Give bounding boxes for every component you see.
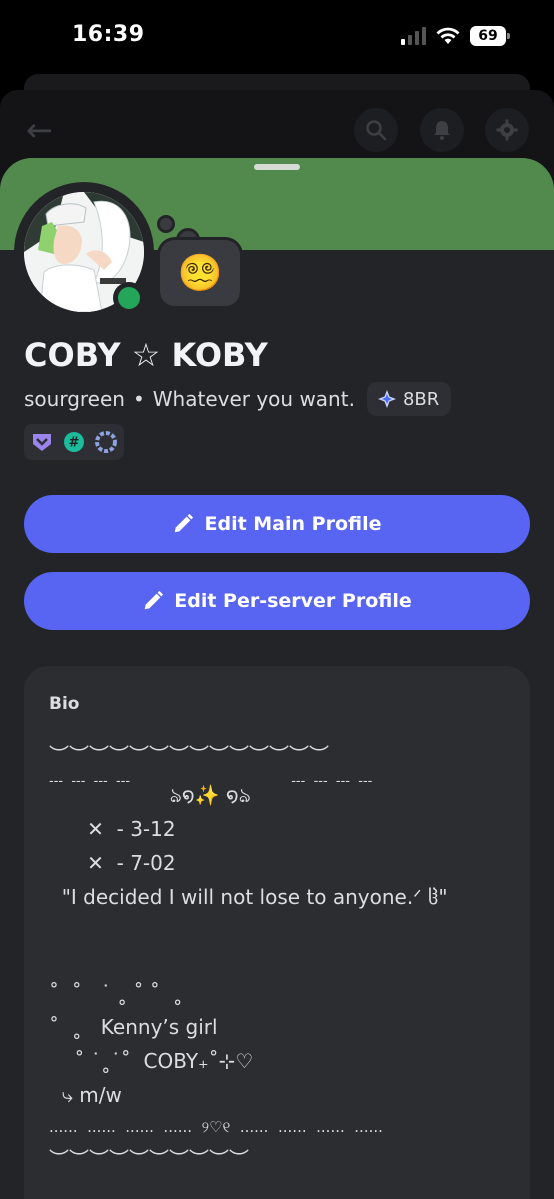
bio-line bbox=[49, 914, 530, 976]
badge-row: # bbox=[24, 424, 124, 460]
bio-line: ⤷ m/w bbox=[49, 1083, 122, 1107]
quest-badge-icon[interactable] bbox=[94, 430, 118, 454]
battery-icon: 69 bbox=[470, 26, 510, 46]
clan-tag-label: 8BR bbox=[402, 388, 440, 410]
bio-line: ︶︶︶︶︶︶︶︶︶︶︶︶︶︶ bbox=[49, 743, 329, 767]
bell-icon[interactable] bbox=[420, 108, 464, 152]
drag-handle[interactable] bbox=[254, 164, 300, 170]
status-bar: 16:39 69 bbox=[0, 0, 554, 70]
pronouns: Whatever you want. bbox=[152, 387, 355, 411]
search-icon[interactable] bbox=[354, 108, 398, 152]
bio-line: ︶︶︶︶︶︶︶︶︶︶ bbox=[49, 1147, 249, 1171]
status-emoji-bubble[interactable]: 😵‍💫 bbox=[157, 237, 243, 309]
sparkle-gem-icon bbox=[377, 390, 396, 408]
bio-line: ✕ - 3-12 bbox=[49, 817, 176, 841]
separator: • bbox=[132, 387, 145, 411]
username: sourgreen bbox=[24, 387, 125, 411]
bio-card: Bio ︶︶︶︶︶︶︶︶︶︶︶︶︶︶ --- --- --- --- --- -… bbox=[24, 666, 530, 1199]
bio-line: ˚ ˳ Kenny’s girl bbox=[49, 1015, 218, 1039]
pencil-icon bbox=[175, 513, 194, 533]
back-arrow-icon[interactable]: ← bbox=[26, 112, 58, 148]
wifi-icon bbox=[436, 27, 460, 44]
dizzy-face-icon: 😵‍💫 bbox=[177, 253, 223, 294]
bio-line: ✕ - 7-02 bbox=[49, 851, 176, 875]
edit-main-profile-label: Edit Main Profile bbox=[204, 513, 382, 535]
online-status-indicator bbox=[113, 282, 145, 314]
bio-line: ˚ ˚ ˙ ˳ ˚ ˚ ˳ bbox=[49, 981, 183, 1005]
bio-text: ︶︶︶︶︶︶︶︶︶︶︶︶︶︶ --- --- --- --- --- --- -… bbox=[49, 738, 530, 1176]
signal-icon bbox=[401, 27, 426, 45]
pencil-icon bbox=[144, 590, 164, 610]
svg-text:#: # bbox=[69, 436, 80, 451]
status-icons: 69 bbox=[401, 26, 510, 46]
thought-bubble-dot bbox=[157, 215, 175, 233]
bio-line: ...... ...... ...... ...... ୨♡୧ ...... .… bbox=[49, 1118, 383, 1136]
bio-title: Bio bbox=[49, 694, 80, 714]
clan-tag[interactable]: 8BR bbox=[366, 382, 452, 416]
edit-per-server-profile-label: Edit Per-server Profile bbox=[174, 590, 412, 612]
edit-main-profile-button[interactable]: Edit Main Profile bbox=[24, 495, 530, 553]
hypesquad-balance-icon[interactable] bbox=[30, 430, 54, 454]
status-time: 16:39 bbox=[72, 22, 145, 47]
profile-sheet: 😵‍💫 COBY ☆ KOBY sourgreen • Whatever you… bbox=[0, 158, 554, 1199]
bio-line: ˚ ˙˳˙˚ COBY₊˚⊹♡ bbox=[49, 1049, 254, 1073]
battery-level: 69 bbox=[478, 28, 498, 44]
profile-subline: sourgreen • Whatever you want. 8BR bbox=[24, 382, 452, 416]
display-name: COBY ☆ KOBY bbox=[24, 336, 268, 374]
bio-line: "I decided I will not lose to anyone.ᐟ ჱ… bbox=[49, 885, 448, 909]
edit-per-server-profile-button[interactable]: Edit Per-server Profile bbox=[24, 572, 530, 630]
gear-icon[interactable] bbox=[485, 108, 529, 152]
hashtag-icon[interactable]: # bbox=[62, 430, 86, 454]
